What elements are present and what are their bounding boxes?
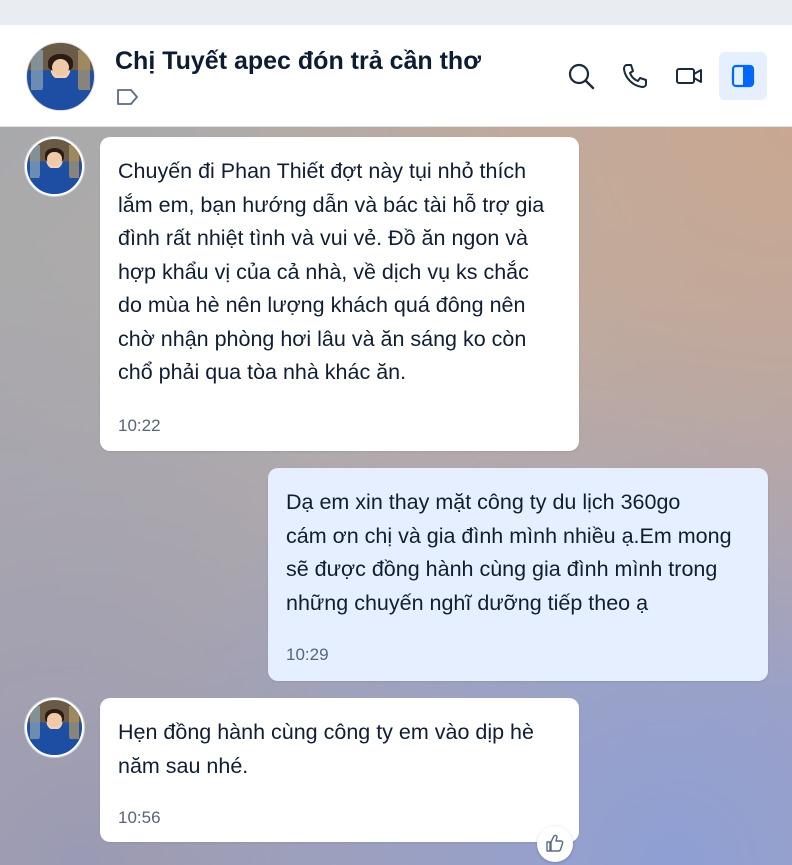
message-bubble[interactable]: Dạ em xin thay mặt công ty du lịch 360go… [268,468,768,681]
message-text: Dạ em xin thay mặt công ty du lịch 360go… [286,490,732,615]
phone-icon[interactable] [620,61,650,91]
chat-header: Chị Tuyết apec đón trả cần thơ [0,25,792,127]
thumbs-up-icon [546,834,564,852]
message-time: 10:56 [118,808,161,827]
search-icon[interactable] [566,61,596,91]
window-top-strip [0,0,792,25]
side-panel-icon [731,64,755,88]
message-time: 10:29 [286,645,329,664]
message-text: Chuyến đi Phan Thiết đợt này tụi nhỏ thí… [118,159,545,384]
message-list[interactable]: Chuyến đi Phan Thiết đợt này tụi nhỏ thí… [0,127,792,865]
message-bubble[interactable]: Chuyến đi Phan Thiết đợt này tụi nhỏ thí… [100,137,579,451]
sender-avatar[interactable] [25,698,84,757]
like-reaction-button[interactable] [537,826,573,862]
tag-icon[interactable] [116,88,140,106]
video-call-icon[interactable] [674,61,704,91]
sender-avatar[interactable] [25,137,84,196]
side-panel-toggle-button[interactable] [719,52,767,100]
contact-name[interactable]: Chị Tuyết apec đón trả cần thơ [115,47,481,76]
message-time: 10:22 [118,416,161,435]
message-bubble[interactable]: Hẹn đồng hành cùng công ty em vào dịp hè… [100,698,579,842]
contact-avatar[interactable] [26,42,95,111]
message-text: Hẹn đồng hành cùng công ty em vào dịp hè… [118,720,534,778]
